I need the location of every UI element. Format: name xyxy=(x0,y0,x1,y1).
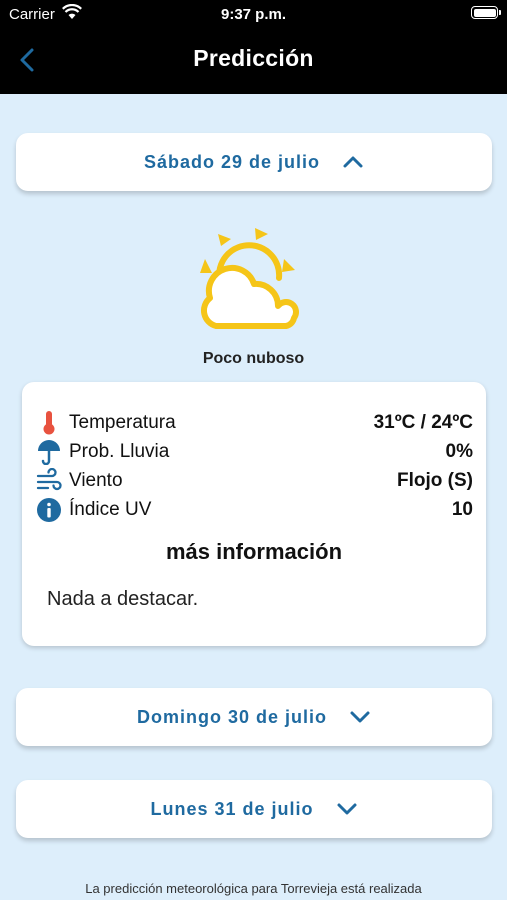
more-info-title: más información xyxy=(165,539,343,564)
weather-description: Poco nuboso xyxy=(202,350,305,367)
uv-label: Índice UV xyxy=(69,499,152,520)
rain-label: Prob. Lluvia xyxy=(69,441,170,462)
chevron-down-icon xyxy=(350,711,370,723)
info-icon xyxy=(37,498,61,522)
day-label: Lunes 31 de julio xyxy=(150,798,314,819)
more-info-text: Nada a destacar. xyxy=(47,588,199,610)
top-bar: Carrier 9:37 p.m. Predicción xyxy=(0,0,507,94)
day-header-sunday[interactable]: Domingo 30 de julio xyxy=(16,688,492,746)
uv-row: Índice UV 10 xyxy=(36,495,473,523)
thermometer-icon xyxy=(43,411,55,435)
battery-icon xyxy=(471,6,501,19)
chevron-up-icon xyxy=(343,156,363,168)
wind-label: Viento xyxy=(69,470,123,491)
footer-note: La predicción meteorológica para Torrevi… xyxy=(85,881,422,896)
temperature-row: Temperatura 31ºC / 24ºC xyxy=(36,408,473,436)
status-bar: Carrier 9:37 p.m. xyxy=(0,0,507,30)
wind-icon xyxy=(36,468,62,491)
rain-value: 0% xyxy=(445,441,473,462)
day-label: Domingo 30 de julio xyxy=(136,706,327,727)
day-header-monday[interactable]: Lunes 31 de julio xyxy=(16,780,492,838)
day-label: Sábado 29 de julio xyxy=(143,151,321,172)
forecast-detail-card: Temperatura 31ºC / 24ºC Prob. Lluvia 0% … xyxy=(22,382,486,646)
sun-behind-cloud-icon xyxy=(200,228,299,329)
chevron-down-icon xyxy=(337,803,357,815)
day-header-saturday[interactable]: Sábado 29 de julio xyxy=(16,133,492,191)
temperature-value: 31ºC / 24ºC xyxy=(373,412,473,433)
rain-row: Prob. Lluvia 0% xyxy=(36,437,473,465)
wind-row: Viento Flojo (S) xyxy=(36,466,473,494)
umbrella-icon xyxy=(38,440,60,465)
status-time: 9:37 p.m. xyxy=(220,6,287,23)
temperature-label: Temperatura xyxy=(69,412,176,433)
wind-value: Flojo (S) xyxy=(397,470,473,491)
uv-value: 10 xyxy=(451,499,473,520)
page-title: Predicción xyxy=(193,45,314,71)
